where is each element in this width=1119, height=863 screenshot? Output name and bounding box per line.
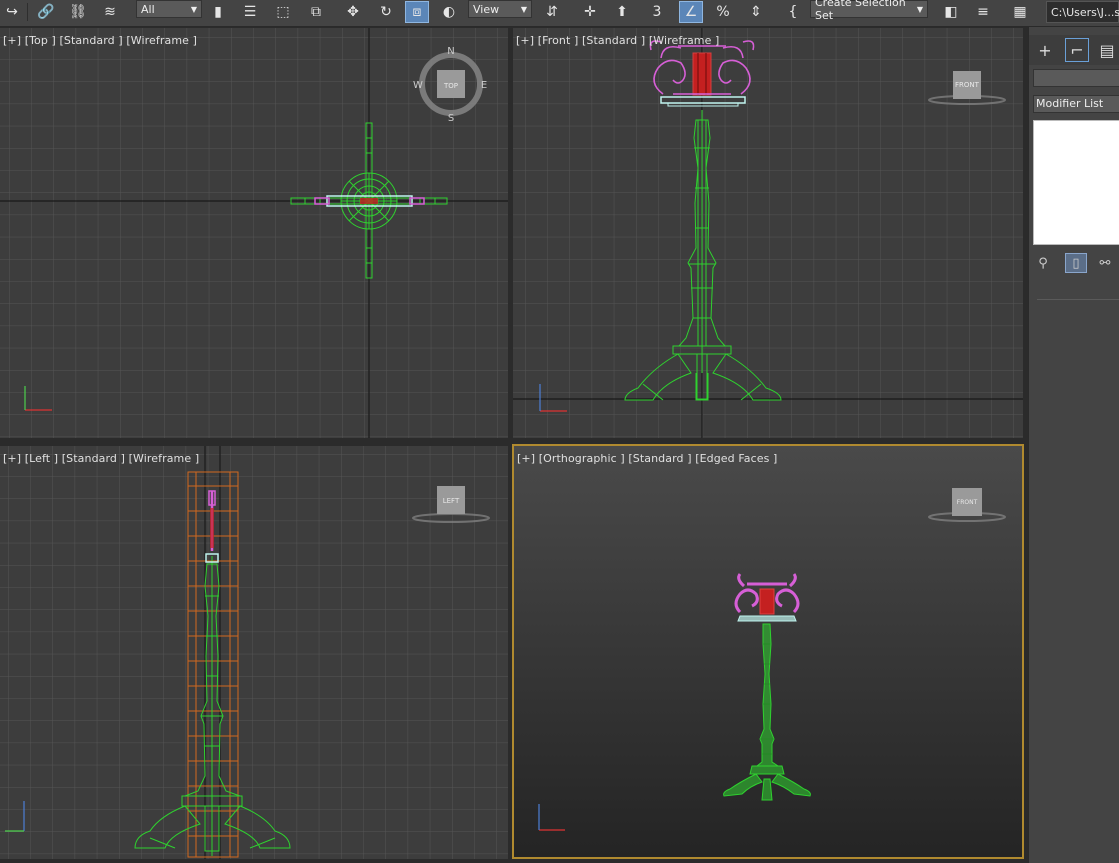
pin-stack-icon[interactable]: ⚲ [1033, 253, 1053, 273]
object-name-field[interactable] [1033, 69, 1119, 87]
svg-text:TOP: TOP [443, 82, 458, 90]
unlink-icon[interactable]: ⛓ [66, 1, 90, 23]
selection-filter-value: All [141, 2, 155, 16]
project-path-text: C:\Users\J...s [1051, 5, 1119, 19]
select-manipulate-icon[interactable]: ✛ [578, 1, 602, 23]
reference-coordinate-value: View [473, 2, 500, 16]
percent-snap-icon[interactable]: % [711, 1, 735, 23]
svg-text:N: N [447, 46, 454, 57]
select-and-scale-icon[interactable]: ⧈ [405, 1, 429, 23]
mirror-icon[interactable]: ◧ [939, 1, 963, 23]
spinner-snap-icon[interactable]: ⇕ [744, 1, 768, 23]
modifier-list-dropdown[interactable]: Modifier List [1033, 95, 1119, 113]
create-tab-icon[interactable]: + [1033, 38, 1057, 62]
viewport-left-label[interactable]: [+] [Left ] [Standard ] [Wireframe ] [3, 452, 199, 465]
svg-text:FRONT: FRONT [957, 499, 978, 506]
hierarchy-tab-icon[interactable]: ▤ [1095, 38, 1119, 62]
make-unique-icon[interactable]: ⚯ [1095, 253, 1115, 273]
chevron-down-icon: ▼ [916, 4, 923, 14]
redo-icon[interactable]: ↪ [0, 1, 24, 23]
named-selection-value: Create Selection Set [815, 0, 906, 22]
command-panel-tabs: + ⌐ ▤ [1029, 35, 1119, 65]
viewcube-ortho[interactable]: FRONT [928, 488, 1006, 522]
viewport-left[interactable]: LEFT [+] [Left ] [Standard ] [Wireframe … [0, 446, 508, 859]
show-end-result-icon[interactable]: ▯ [1065, 253, 1087, 273]
window-crossing-icon[interactable]: ⧉ [304, 1, 328, 23]
select-and-place-icon[interactable]: ◐ [437, 1, 461, 23]
link-icon[interactable]: 🔗 [34, 1, 58, 23]
viewport-front-canvas: FRONT [513, 28, 1023, 438]
viewport-ortho-label[interactable]: [+] [Orthographic ] [Standard ] [Edged F… [517, 452, 777, 465]
snaps-toggle-icon[interactable]: 3 [645, 1, 669, 23]
chevron-down-icon: ▼ [520, 4, 527, 14]
pivot-center-icon[interactable]: ⇵ [540, 1, 564, 23]
command-panel: + ⌐ ▤ Modifier List ⚲ ▯ ⚯ [1028, 27, 1119, 863]
viewport-front-label[interactable]: [+] [Front ] [Standard ] [Wireframe ] [516, 34, 719, 47]
svg-text:LEFT: LEFT [443, 497, 460, 505]
select-and-rotate-icon[interactable]: ↻ [374, 1, 398, 23]
edit-named-selection-icon[interactable]: { [781, 1, 805, 23]
bind-space-warp-icon[interactable]: ≋ [98, 1, 122, 23]
selection-filter-dropdown[interactable]: All ▼ [136, 0, 202, 18]
model-perspective-view [723, 573, 811, 801]
rectangular-selection-icon[interactable]: ⬚ [271, 1, 295, 23]
viewport-top[interactable]: TOP N S E W [+] [Top ] [Standard ] [Wire… [0, 28, 508, 438]
project-path-field[interactable]: C:\Users\J...s [1046, 1, 1119, 23]
keyboard-shortcut-override-icon[interactable]: ⬆ [610, 1, 634, 23]
viewport-left-canvas: LEFT [0, 446, 508, 859]
svg-text:S: S [448, 113, 454, 124]
select-and-move-icon[interactable]: ✥ [341, 1, 365, 23]
scene-explorer-icon[interactable]: ▦ [1008, 1, 1032, 23]
panel-divider [1037, 299, 1119, 300]
align-icon[interactable]: ≡ [971, 1, 995, 23]
select-by-name-icon[interactable]: ☰ [238, 1, 262, 23]
viewport-orthographic[interactable]: FRONT [+] [Orthographic ] [Standard ] [E… [512, 444, 1024, 859]
viewport-ortho-canvas: FRONT [538, 488, 1006, 831]
svg-text:E: E [481, 80, 487, 91]
main-toolbar: ↪ 🔗 ⛓ ≋ All ▼ ▮ ☰ ⬚ ⧉ ✥ ↻ ⧈ ◐ View ▼ ⇵ ✛… [0, 0, 1119, 27]
viewport-top-label[interactable]: [+] [Top ] [Standard ] [Wireframe ] [3, 34, 197, 47]
toolbar-separator [27, 3, 28, 21]
modify-tab-icon[interactable]: ⌐ [1065, 38, 1089, 62]
select-object-icon[interactable]: ▮ [206, 1, 230, 23]
svg-text:W: W [413, 80, 423, 91]
svg-text:FRONT: FRONT [955, 81, 980, 89]
modifier-stack-list[interactable] [1033, 120, 1119, 245]
axis-tripod [538, 804, 565, 831]
viewport-front[interactable]: FRONT [+] [Front ] [Standard ] [Wirefram… [513, 28, 1023, 438]
modifier-stack-toolbar: ⚲ ▯ ⚯ [1033, 253, 1119, 275]
viewport-top-canvas: TOP N S E W [0, 28, 508, 438]
angle-snap-icon[interactable]: ∠ [679, 1, 703, 23]
reference-coordinate-dropdown[interactable]: View ▼ [468, 0, 532, 18]
named-selection-sets-dropdown[interactable]: Create Selection Set ▼ [810, 0, 928, 22]
chevron-down-icon: ▼ [190, 4, 197, 14]
